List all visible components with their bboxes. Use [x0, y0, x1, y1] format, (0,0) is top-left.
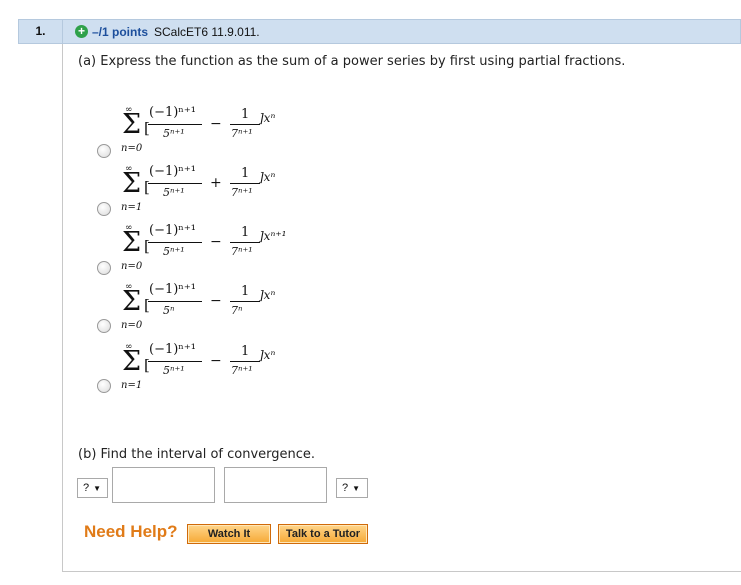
left-bracket-select[interactable]: ? ▼ [77, 478, 108, 498]
source-label: SCalcET6 11.9.011. [154, 24, 260, 39]
second-denominator: 7ⁿ⁺¹ [231, 127, 253, 140]
second-fraction-bar [230, 124, 260, 125]
sigma-symbol: Σ [122, 109, 142, 140]
sigma-symbol: Σ [122, 227, 142, 258]
open-bracket: [ [144, 237, 150, 255]
second-numerator: 1 [241, 166, 250, 181]
open-bracket: [ [144, 296, 150, 314]
power-term: ]xⁿ [259, 111, 276, 125]
part-a-prompt: (a) Express the function as the sum of a… [78, 54, 626, 69]
radio-button[interactable] [97, 319, 111, 333]
power-term: ]xⁿ [259, 288, 276, 302]
answer-choice-4[interactable]: ∞ Σn=0[(−1)ⁿ⁺¹ 5ⁿ −1 7ⁿ]xⁿ [97, 282, 357, 342]
answer-choice-3[interactable]: ∞ Σn=0[(−1)ⁿ⁺¹ 5ⁿ⁺¹ −1 7ⁿ⁺¹]xⁿ⁺¹ [97, 223, 357, 283]
first-numerator: (−1)ⁿ⁺¹ [149, 105, 197, 120]
question-header: 1. + –/1 points SCalcET6 11.9.011. [18, 19, 741, 44]
left-endpoint-input[interactable] [112, 467, 215, 503]
second-denominator: 7ⁿ⁺¹ [231, 364, 253, 377]
second-numerator: 1 [241, 284, 250, 299]
first-numerator: (−1)ⁿ⁺¹ [149, 282, 197, 297]
first-fraction-bar [148, 361, 202, 362]
first-fraction-bar [148, 183, 202, 184]
right-endpoint-input[interactable] [224, 467, 327, 503]
first-fraction-bar [148, 124, 202, 125]
sum-lower-limit: n=0 [121, 143, 143, 154]
answer-choice-1[interactable]: ∞ Σn=0[(−1)ⁿ⁺¹ 5ⁿ⁺¹ −1 7ⁿ⁺¹]xⁿ [97, 105, 357, 165]
part-b-prompt: (b) Find the interval of convergence. [78, 447, 316, 462]
first-numerator: (−1)ⁿ⁺¹ [149, 223, 197, 238]
operator: + [210, 175, 222, 191]
second-fraction-bar [230, 301, 260, 302]
second-fraction-bar [230, 361, 260, 362]
radio-button[interactable] [97, 379, 111, 393]
open-bracket: [ [144, 356, 150, 374]
question-number: 1. [19, 20, 63, 43]
open-bracket: [ [144, 119, 150, 137]
operator: − [210, 234, 222, 250]
second-fraction-bar [230, 242, 260, 243]
second-denominator: 7ⁿ [231, 304, 243, 317]
first-denominator: 5ⁿ⁺¹ [163, 186, 185, 199]
second-numerator: 1 [241, 107, 250, 122]
power-term: ]xⁿ [259, 170, 276, 184]
sigma-symbol: Σ [122, 168, 142, 199]
points-label: –/1 points [92, 24, 149, 39]
power-term: ]xⁿ [259, 348, 276, 362]
sum-lower-limit: n=1 [121, 202, 143, 213]
plus-icon[interactable]: + [75, 25, 88, 38]
second-numerator: 1 [241, 344, 250, 359]
operator: − [210, 293, 222, 309]
chevron-down-icon: ▼ [93, 484, 102, 493]
talk-to-tutor-button[interactable]: Talk to a Tutor [278, 524, 368, 544]
answer-choice-2[interactable]: ∞ Σn=1[(−1)ⁿ⁺¹ 5ⁿ⁺¹ +1 7ⁿ⁺¹]xⁿ [97, 164, 357, 224]
sigma-symbol: Σ [122, 346, 142, 377]
first-denominator: 5ⁿ [163, 304, 175, 317]
first-numerator: (−1)ⁿ⁺¹ [149, 342, 197, 357]
second-denominator: 7ⁿ⁺¹ [231, 186, 253, 199]
operator: − [210, 353, 222, 369]
sigma-symbol: Σ [122, 286, 142, 317]
first-denominator: 5ⁿ⁺¹ [163, 364, 185, 377]
first-denominator: 5ⁿ⁺¹ [163, 127, 185, 140]
sum-lower-limit: n=0 [121, 261, 143, 272]
left-select-value: ? [83, 482, 90, 494]
first-numerator: (−1)ⁿ⁺¹ [149, 164, 197, 179]
first-fraction-bar [148, 301, 202, 302]
first-fraction-bar [148, 242, 202, 243]
power-term: ]xⁿ⁺¹ [259, 229, 287, 243]
right-bracket-select[interactable]: ? ▼ [336, 478, 368, 498]
radio-button[interactable] [97, 261, 111, 275]
answer-choice-5[interactable]: ∞ Σn=1[(−1)ⁿ⁺¹ 5ⁿ⁺¹ −1 7ⁿ⁺¹]xⁿ [97, 342, 357, 402]
second-numerator: 1 [241, 225, 250, 240]
second-fraction-bar [230, 183, 260, 184]
watch-it-button[interactable]: Watch It [187, 524, 271, 544]
chevron-down-icon: ▼ [352, 484, 361, 493]
radio-button[interactable] [97, 202, 111, 216]
second-denominator: 7ⁿ⁺¹ [231, 245, 253, 258]
radio-button[interactable] [97, 144, 111, 158]
sum-lower-limit: n=0 [121, 320, 143, 331]
sum-lower-limit: n=1 [121, 380, 143, 391]
need-help-label: Need Help? [84, 522, 178, 541]
right-select-value: ? [342, 482, 349, 494]
first-denominator: 5ⁿ⁺¹ [163, 245, 185, 258]
open-bracket: [ [144, 178, 150, 196]
operator: − [210, 116, 222, 132]
